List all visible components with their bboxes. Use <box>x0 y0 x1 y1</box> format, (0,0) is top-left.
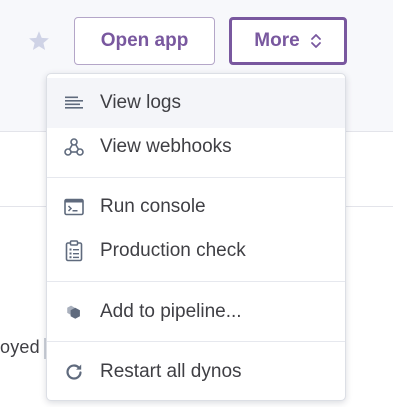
menu-item-label: Restart all dynos <box>100 361 242 382</box>
more-dropdown-menu: View logs View webhooks Run console Prod… <box>46 73 346 401</box>
menu-item-label: View logs <box>100 92 181 113</box>
chevron-up-down-icon <box>310 34 321 48</box>
logs-icon <box>63 92 85 114</box>
menu-item-production-check[interactable]: Production check <box>47 226 345 276</box>
menu-divider <box>47 281 345 282</box>
favorite-star-icon[interactable] <box>27 29 51 53</box>
menu-item-view-webhooks[interactable]: View webhooks <box>47 122 345 172</box>
menu-item-run-console[interactable]: Run console <box>47 182 345 232</box>
clipboard-check-icon <box>63 240 85 262</box>
menu-item-label: Production check <box>100 240 246 261</box>
open-app-button[interactable]: Open app <box>74 17 215 65</box>
menu-item-restart-all-dynos[interactable]: Restart all dynos <box>47 347 345 397</box>
restart-icon <box>63 361 85 383</box>
more-label: More <box>254 30 300 51</box>
more-button[interactable]: More <box>229 17 347 65</box>
menu-item-label: Run console <box>100 196 206 217</box>
menu-item-label: Add to pipeline... <box>100 301 242 322</box>
pipeline-icon <box>63 301 85 323</box>
open-app-label: Open app <box>100 30 189 51</box>
menu-divider <box>47 177 345 178</box>
console-icon <box>63 196 85 218</box>
background-activity-text: oyed <box>0 337 40 357</box>
menu-item-view-logs[interactable]: View logs <box>47 78 345 128</box>
menu-item-add-to-pipeline[interactable]: Add to pipeline... <box>47 287 345 337</box>
menu-item-label: View webhooks <box>100 136 232 157</box>
menu-divider <box>47 341 345 342</box>
webhooks-icon <box>63 136 85 158</box>
